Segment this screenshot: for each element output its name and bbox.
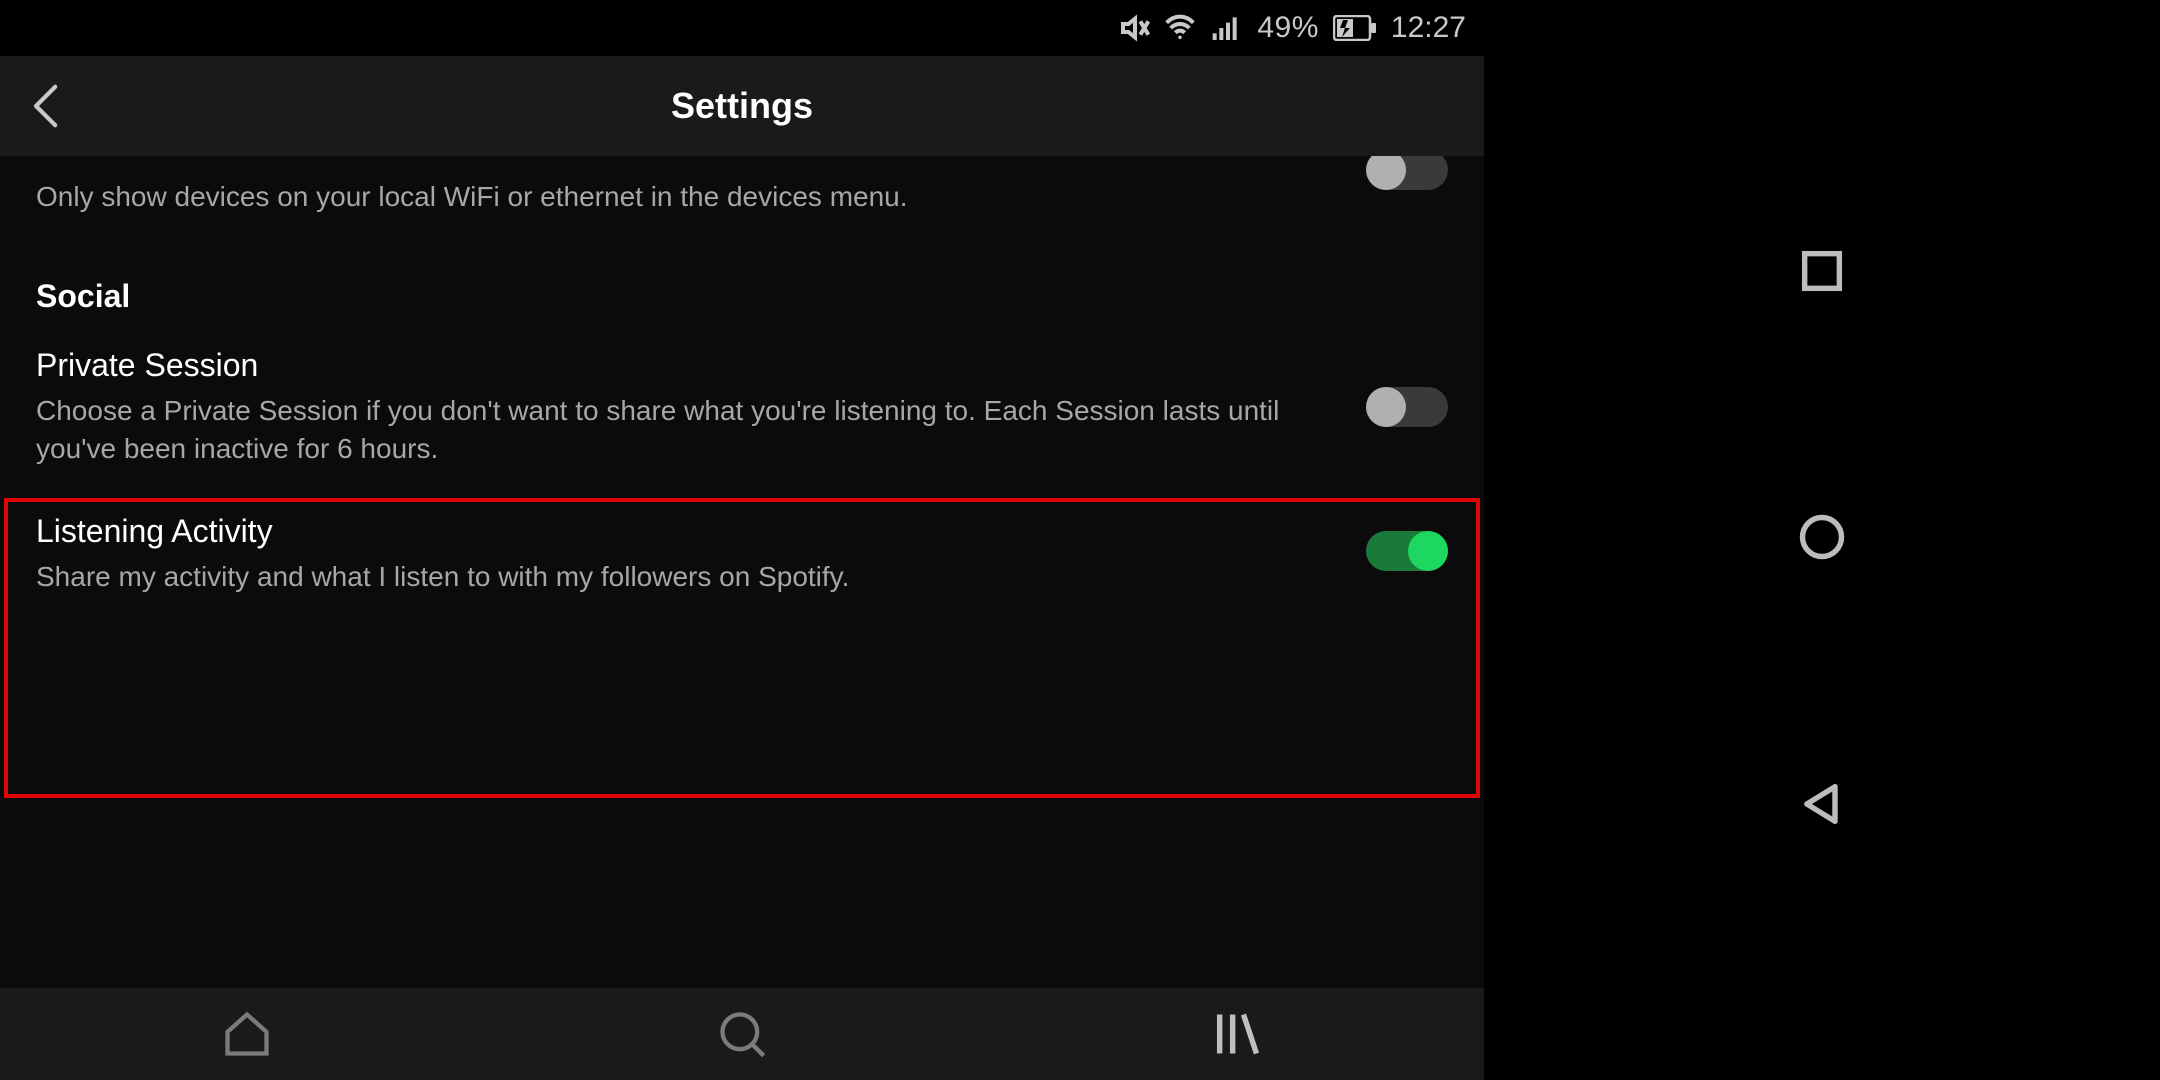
setting-desc: Only show devices on your local WiFi or …	[36, 164, 1336, 216]
toggle-knob	[1366, 156, 1406, 190]
app-screen: 49% 12:27 Settings Only	[0, 0, 1484, 1080]
setting-title: Listening Activity	[36, 513, 1336, 550]
circle-icon	[1796, 511, 1848, 563]
square-icon	[1796, 245, 1848, 297]
toggle-knob	[1408, 531, 1448, 571]
setting-title: Private Session	[36, 347, 1336, 384]
signal-icon	[1209, 12, 1243, 44]
battery-percent: 49%	[1257, 11, 1319, 45]
toggle-local-devices[interactable]	[1366, 156, 1448, 190]
battery-icon	[1333, 15, 1377, 41]
system-nav-bar	[1484, 0, 2160, 1080]
setting-row-private-session[interactable]: Private Session Choose a Private Session…	[36, 347, 1448, 468]
wifi-icon	[1163, 12, 1197, 44]
system-recent-button[interactable]	[1796, 245, 1848, 302]
bottom-nav	[0, 988, 1484, 1080]
chevron-left-icon	[30, 84, 64, 128]
page-title: Settings	[0, 85, 1484, 127]
settings-list[interactable]: Only show devices on your local WiFi or …	[0, 156, 1484, 988]
nav-library[interactable]	[1207, 1004, 1267, 1064]
setting-row-local-devices[interactable]: Only show devices on your local WiFi or …	[36, 164, 1448, 216]
system-back-button[interactable]	[1796, 778, 1848, 835]
system-home-button[interactable]	[1796, 511, 1848, 568]
status-bar: 49% 12:27	[0, 0, 1484, 56]
nav-search[interactable]	[712, 1004, 772, 1064]
clock: 12:27	[1391, 11, 1466, 45]
back-button[interactable]	[26, 85, 68, 127]
setting-desc: Choose a Private Session if you don't wa…	[36, 392, 1336, 468]
setting-desc: Share my activity and what I listen to w…	[36, 558, 1336, 596]
mute-icon	[1119, 12, 1151, 44]
triangle-left-icon	[1796, 778, 1848, 830]
home-icon	[221, 1008, 273, 1060]
status-icons	[1119, 12, 1243, 44]
toggle-knob	[1366, 387, 1406, 427]
setting-row-listening-activity[interactable]: Listening Activity Share my activity and…	[36, 513, 1448, 596]
nav-home[interactable]	[217, 1004, 277, 1064]
section-header-social: Social	[36, 278, 1448, 315]
search-icon	[716, 1008, 768, 1060]
toggle-private-session[interactable]	[1366, 387, 1448, 427]
toggle-listening-activity[interactable]	[1366, 531, 1448, 571]
library-icon	[1211, 1008, 1263, 1060]
app-header: Settings	[0, 56, 1484, 156]
